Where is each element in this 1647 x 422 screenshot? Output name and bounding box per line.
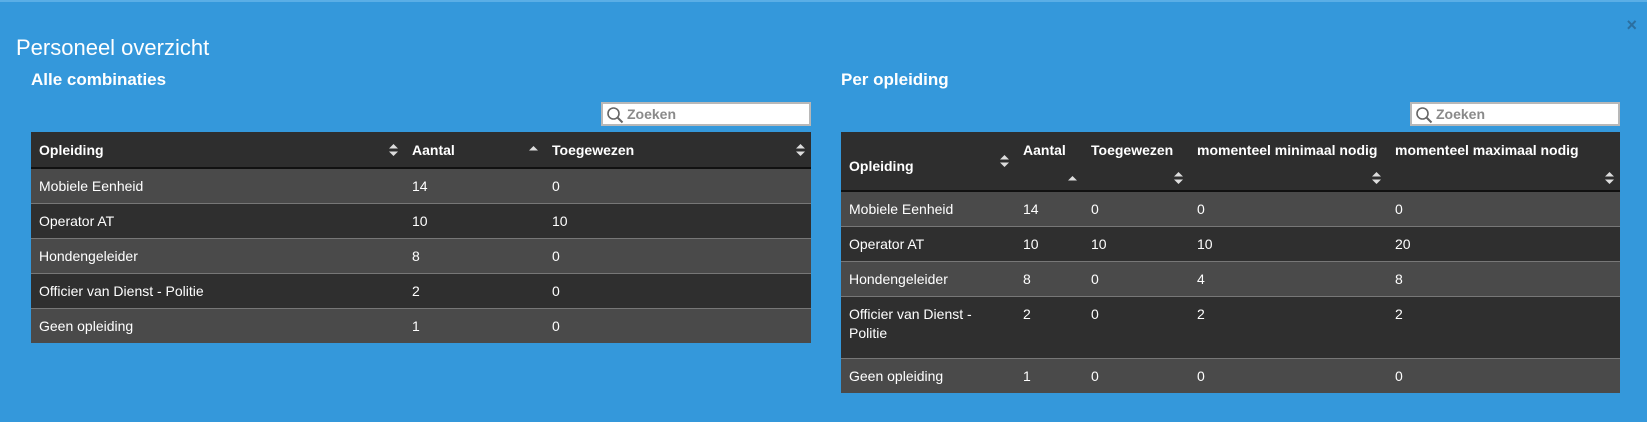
sort-both-icon [1605, 172, 1614, 184]
search-icon [607, 107, 624, 124]
column-header-maximaal-nodig[interactable]: momenteel maximaal nodig [1387, 132, 1620, 192]
cell-aantal: 1 [1015, 358, 1083, 393]
cell-aantal: 2 [404, 273, 544, 309]
cell-opleiding: Officier van Dienst - Politie [31, 273, 404, 309]
sort-both-icon [1174, 172, 1183, 184]
cell-toegewezen: 10 [1083, 226, 1189, 262]
table-row[interactable]: Hondengeleider 8 0 [31, 238, 811, 274]
cell-minimaal: 2 [1189, 296, 1387, 359]
table-row[interactable]: Mobiele Eenheid 14 0 [31, 167, 811, 204]
search-input[interactable] [627, 105, 807, 123]
cell-opleiding: Operator AT [31, 203, 404, 239]
cell-aantal: 10 [1015, 226, 1083, 262]
cell-maximaal: 0 [1387, 190, 1620, 227]
cell-toegewezen: 0 [544, 273, 811, 309]
sort-asc-icon [1068, 176, 1077, 181]
cell-opleiding: Officier van Dienst - Politie [841, 296, 1015, 359]
table-row[interactable]: Hondengeleider 8 0 4 8 [841, 261, 1620, 297]
sort-both-icon [796, 143, 805, 156]
cell-aantal: 1 [404, 308, 544, 343]
cell-opleiding: Hondengeleider [841, 261, 1015, 297]
table-row[interactable]: Officier van Dienst - Politie 2 0 [31, 273, 811, 309]
section-title: Alle combinaties [31, 70, 167, 89]
table-row[interactable]: Operator AT 10 10 [31, 203, 811, 239]
panel-alle-combinaties: Alle combinaties Opleiding Aantal Toegew… [31, 70, 811, 343]
cell-aantal: 14 [1015, 190, 1083, 227]
column-header-toegewezen[interactable]: Toegewezen [1083, 132, 1189, 192]
cell-opleiding: Geen opleiding [841, 358, 1015, 393]
column-header-minimaal-nodig[interactable]: momenteel minimaal nodig [1189, 132, 1387, 192]
cell-toegewezen: 0 [544, 308, 811, 343]
window-top-border [0, 0, 1647, 2]
combinations-table: Opleiding Aantal Toegewezen Mobiele Eenh… [31, 132, 811, 343]
cell-opleiding: Mobiele Eenheid [841, 190, 1015, 227]
sort-asc-icon [529, 146, 538, 151]
page-title: Personeel overzicht [16, 35, 210, 60]
per-opleiding-table: Opleiding Aantal Toegewezen momenteel mi… [841, 132, 1620, 393]
search-icon [1416, 107, 1433, 124]
cell-aantal: 14 [404, 167, 544, 204]
column-header-opleiding[interactable]: Opleiding [841, 132, 1015, 192]
cell-aantal: 2 [1015, 296, 1083, 359]
cell-aantal: 8 [1015, 261, 1083, 297]
table-row[interactable]: Geen opleiding 1 0 0 0 [841, 358, 1620, 393]
search-box[interactable] [601, 102, 811, 126]
cell-maximaal: 0 [1387, 358, 1620, 393]
cell-toegewezen: 0 [544, 167, 811, 204]
close-icon[interactable]: × [1626, 16, 1637, 34]
cell-minimaal: 0 [1189, 358, 1387, 393]
sort-both-icon [389, 143, 398, 156]
section-title: Per opleiding [841, 70, 949, 89]
cell-toegewezen: 0 [544, 238, 811, 274]
table-row[interactable]: Mobiele Eenheid 14 0 0 0 [841, 190, 1620, 227]
cell-toegewezen: 10 [544, 203, 811, 239]
cell-toegewezen: 0 [1083, 190, 1189, 227]
cell-maximaal: 8 [1387, 261, 1620, 297]
cell-minimaal: 10 [1189, 226, 1387, 262]
column-header-opleiding[interactable]: Opleiding [31, 132, 404, 169]
panel-per-opleiding: Per opleiding Opleiding Aantal Toegeweze… [841, 70, 1620, 393]
cell-opleiding: Hondengeleider [31, 238, 404, 274]
column-header-aantal[interactable]: Aantal [1015, 132, 1083, 192]
cell-aantal: 8 [404, 238, 544, 274]
cell-minimaal: 0 [1189, 190, 1387, 227]
table-header-row: Opleiding Aantal Toegewezen [31, 132, 811, 169]
cell-opleiding: Mobiele Eenheid [31, 167, 404, 204]
search-box[interactable] [1410, 102, 1620, 126]
sort-both-icon [1000, 155, 1009, 167]
table-header-row: Opleiding Aantal Toegewezen momenteel mi… [841, 132, 1620, 192]
cell-opleiding: Geen opleiding [31, 308, 404, 343]
column-header-aantal[interactable]: Aantal [404, 132, 544, 169]
cell-toegewezen: 0 [1083, 296, 1189, 359]
sort-both-icon [1372, 172, 1381, 184]
cell-toegewezen: 0 [1083, 358, 1189, 393]
search-input[interactable] [1436, 105, 1616, 123]
cell-toegewezen: 0 [1083, 261, 1189, 297]
cell-maximaal: 20 [1387, 226, 1620, 262]
column-header-toegewezen[interactable]: Toegewezen [544, 132, 811, 169]
table-row[interactable]: Geen opleiding 1 0 [31, 308, 811, 343]
table-row[interactable]: Officier van Dienst - Politie 2 0 2 2 [841, 296, 1620, 359]
cell-maximaal: 2 [1387, 296, 1620, 359]
cell-minimaal: 4 [1189, 261, 1387, 297]
table-row[interactable]: Operator AT 10 10 10 20 [841, 226, 1620, 262]
cell-aantal: 10 [404, 203, 544, 239]
cell-opleiding: Operator AT [841, 226, 1015, 262]
